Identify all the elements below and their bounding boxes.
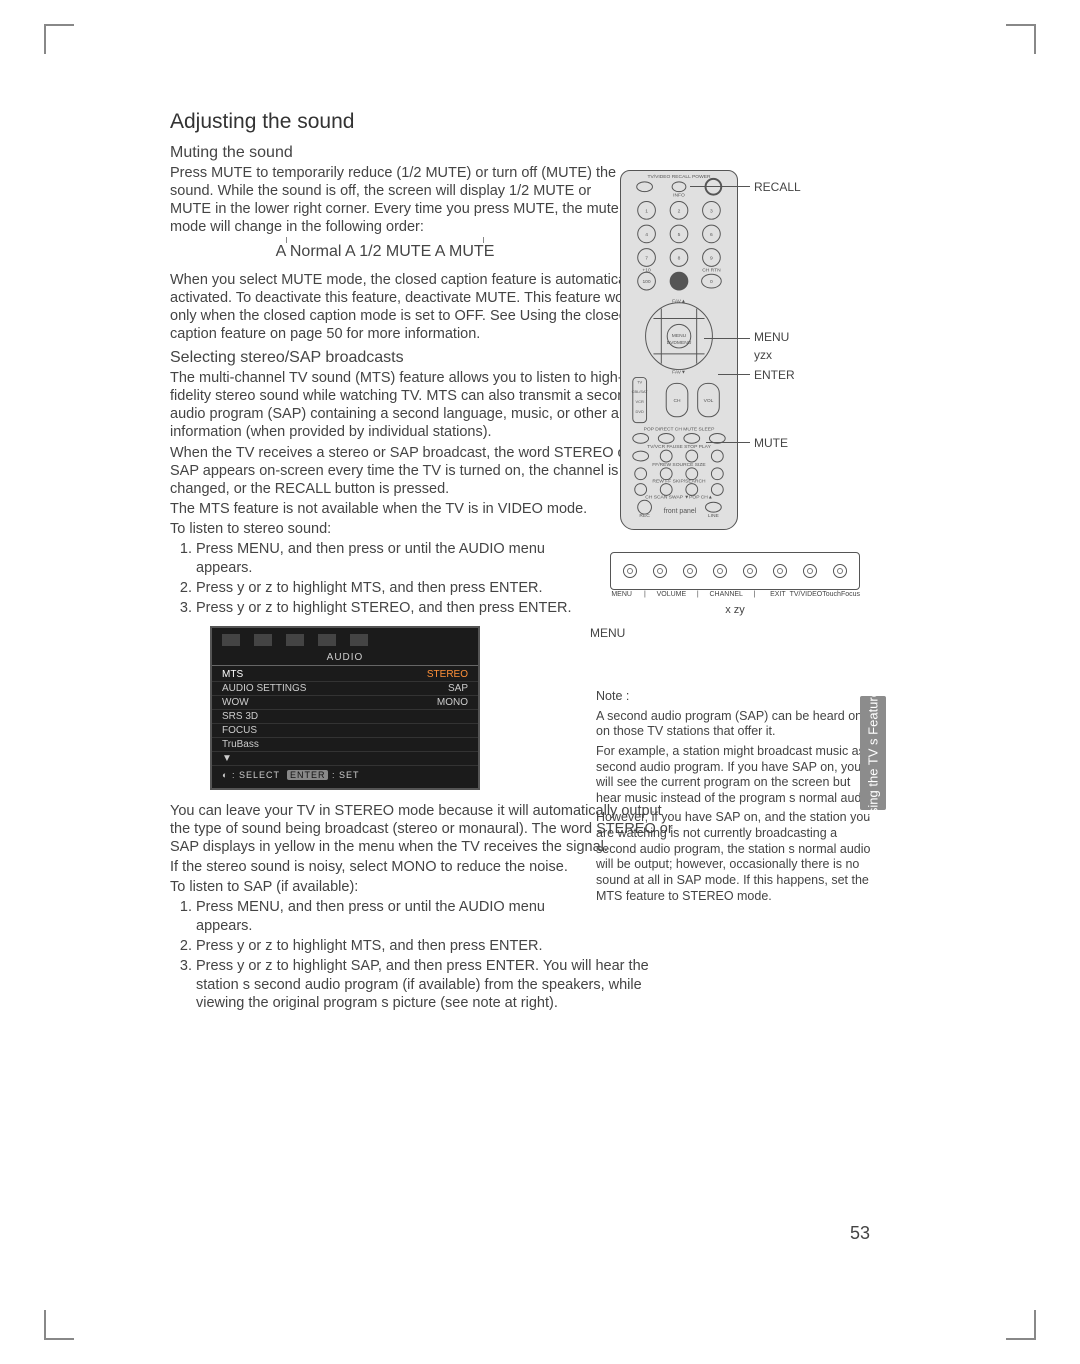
stereo-paragraph-2: When the TV receives a stereo or SAP bro… [170, 444, 660, 498]
svg-text:CBL/SAT: CBL/SAT [632, 389, 649, 394]
svg-text:CH RTN: CH RTN [702, 267, 721, 273]
svg-text:4: 4 [645, 232, 648, 238]
note-head: Note : [596, 689, 876, 705]
onscreen-menu: AUDIO MTSSTEREO AUDIO SETTINGSSAP WOWMON… [210, 626, 480, 790]
svg-text:REW FF SKIP/SEARCH: REW FF SKIP/SEARCH [652, 479, 706, 485]
svg-text:INFO: INFO [673, 193, 685, 199]
svg-text:DVD: DVD [636, 409, 644, 414]
osd-title: AUDIO [212, 652, 478, 666]
remote-body: TV/VIDEO RECALL POWER INFO 1 2 3 4 5 6 7 8 9 1… [620, 170, 738, 530]
svg-text:VOL: VOL [704, 398, 714, 404]
sap-step: Press y or z to highlight MTS, and then … [196, 937, 870, 956]
sap-steps: Press MENU, and then press or until the … [196, 898, 870, 1013]
svg-text:FF/REW SOURCE SIZE: FF/REW SOURCE SIZE [652, 462, 706, 468]
stereo-paragraph-3: The MTS feature is not available when th… [170, 500, 630, 518]
sap-step: Press MENU, and then press or until the … [196, 898, 596, 936]
svg-text:TV/VCR PAUSE STOP PLAY: TV/VCR PAUSE STOP PLAY [647, 444, 711, 450]
front-panel-arrows: x zy [610, 604, 860, 616]
after-osd-2: If the stereo sound is noisy, select MON… [170, 858, 660, 876]
note-p2: For example, a station might broadcast m… [596, 744, 876, 807]
label-mute: MUTE [754, 436, 788, 450]
remote-svg: TV/VIDEO RECALL POWER INFO 1 2 3 4 5 6 7 8 9 1… [621, 171, 737, 525]
svg-text:POP DIRECT CH MUTE SLEEP: POP DIRECT CH MUTE SLEEP [644, 427, 715, 433]
page-title: Adjusting the sound [170, 110, 870, 134]
sap-step: Press y or z to highlight SAP, and then … [196, 957, 656, 1014]
svg-text:TV: TV [637, 379, 642, 384]
side-tab-label: Using the TV s Features [866, 683, 881, 823]
svg-text:9: 9 [710, 255, 713, 261]
svg-text:7: 7 [645, 255, 648, 261]
svg-text:MENU: MENU [672, 333, 687, 339]
svg-text:6: 6 [710, 232, 713, 238]
remote-illustration: TV/VIDEO RECALL POWER INFO 1 2 3 4 5 6 7 8 9 1… [610, 170, 870, 530]
svg-text:2: 2 [678, 208, 681, 214]
svg-text:1: 1 [645, 208, 648, 214]
svg-text:0: 0 [710, 279, 713, 285]
svg-text:FAV▼: FAV▼ [672, 370, 686, 376]
stereo-paragraph-1: The multi-channel TV sound (MTS) feature… [170, 369, 660, 442]
side-tab: Using the TV s Features [860, 696, 886, 810]
svg-text:front panel: front panel [664, 508, 697, 515]
note-p1: A second audio program (SAP) can be hear… [596, 709, 876, 740]
front-panel-illustration: MENU | VOLUME | CHANNEL | EXIT TV/VIDEO … [610, 552, 860, 640]
muting-paragraph-1: Press MUTE to temporarily reduce (1/2 MU… [170, 164, 625, 237]
label-recall: RECALL [754, 180, 801, 194]
section-heading-muting: Muting the sound [170, 144, 870, 162]
front-panel-menu-label: MENU [590, 626, 860, 640]
svg-text:VCR: VCR [636, 399, 644, 404]
svg-text:FAV▲: FAV▲ [672, 299, 686, 305]
note-p3: However, if you have SAP on, and the sta… [596, 810, 876, 904]
page-number: 53 [850, 1223, 870, 1244]
svg-text:+10: +10 [642, 267, 651, 273]
mute-flow: A Normal A 1/2 MUTE A MUTE [276, 243, 495, 260]
note-block: Note : A second audio program (SAP) can … [596, 685, 876, 908]
svg-text:DVDMENU: DVDMENU [667, 340, 692, 346]
svg-text:100: 100 [642, 279, 650, 285]
label-menu: MENU [754, 330, 789, 344]
svg-text:LINE: LINE [708, 513, 720, 519]
svg-text:TV/VIDEO RECALL POWER: TV/VIDEO RECALL POWER [647, 174, 711, 180]
svg-text:5: 5 [678, 232, 681, 238]
svg-text:3: 3 [710, 208, 713, 214]
svg-text:8: 8 [678, 255, 681, 261]
svg-text:CH: CH [673, 398, 681, 404]
muting-paragraph-2: When you select MUTE mode, the closed ca… [170, 271, 670, 344]
svg-text:REC: REC [639, 513, 650, 519]
stereo-step: Press MENU, and then press or until the … [196, 540, 596, 578]
label-arrows: yzx [754, 348, 772, 362]
label-enter: ENTER [754, 368, 795, 382]
svg-text:CH SCAN SWAP ▼POP CH▲: CH SCAN SWAP ▼POP CH▲ [645, 494, 712, 500]
